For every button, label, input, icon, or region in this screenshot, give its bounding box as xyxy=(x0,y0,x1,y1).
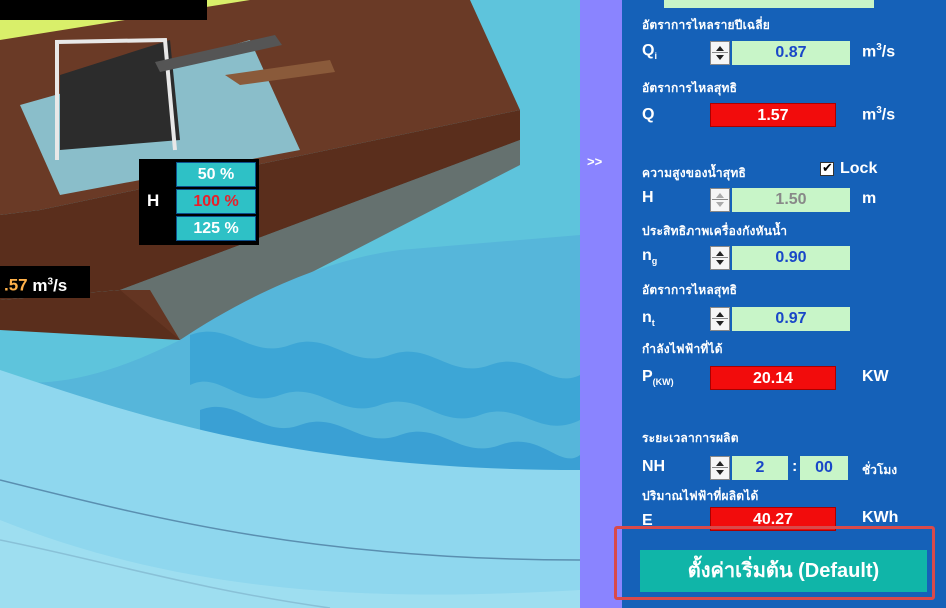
power-unit: KW xyxy=(862,368,889,385)
hours-unit: ชั่วโมง xyxy=(862,463,898,477)
lock-label[interactable]: Lock xyxy=(840,160,877,178)
flow-readout: .57 m3/s xyxy=(0,266,90,298)
lock-checkbox[interactable] xyxy=(820,160,834,176)
energy-unit: KWh xyxy=(862,509,899,526)
avg-flow-unit: m3/s xyxy=(862,42,896,61)
head-percentage-selector: H 50 % 100 % 125 % xyxy=(139,159,259,245)
energy-symbol: E xyxy=(642,512,653,529)
parameter-panel: อัตราการไหลรายปีเฉลี่ย Qi 0.87 m3/s อัตร… xyxy=(622,0,946,608)
dam-illustration xyxy=(0,0,580,608)
avg-flow-spinner[interactable] xyxy=(710,41,730,65)
turb-eff-spinner[interactable] xyxy=(710,307,730,331)
flow-readout-value: .57 xyxy=(4,275,28,295)
net-head-spinner[interactable] xyxy=(710,188,730,212)
net-flow-value: 1.57 xyxy=(710,103,836,127)
pct-50-button[interactable]: 50 % xyxy=(176,162,256,187)
hours-symbol: NH xyxy=(642,458,666,475)
collapse-arrows-icon[interactable]: >> xyxy=(587,154,602,169)
avg-flow-symbol: Qi xyxy=(642,42,657,62)
panel-toggle-bar[interactable]: >> xyxy=(580,0,622,608)
flow-readout-unit: m3/s xyxy=(32,275,68,295)
net-flow-symbol: Q xyxy=(642,106,655,123)
hours-value[interactable]: 2 xyxy=(732,456,788,480)
dam-scene: H 50 % 100 % 125 % .57 m3/s xyxy=(0,0,580,608)
energy-title: ปริมาณไฟฟ้าที่ผลิตได้ xyxy=(642,489,759,503)
gen-eff-title: ประสิทธิภาพเครื่องกังหันน้ำ xyxy=(642,224,788,238)
power-symbol: P(KW) xyxy=(642,368,674,388)
net-flow-unit: m3/s xyxy=(862,105,896,124)
net-head-title: ความสูงของน้ำสุทธิ xyxy=(642,166,746,180)
default-settings-button[interactable]: ตั้งค่าเริ่มต้น (Default) xyxy=(640,550,927,592)
top-black-bar xyxy=(0,0,207,20)
minutes-value[interactable]: 00 xyxy=(800,456,848,480)
head-label: H xyxy=(147,191,160,210)
turb-eff-symbol: nt xyxy=(642,309,655,329)
net-head-value[interactable]: 1.50 xyxy=(732,188,850,212)
gen-eff-value[interactable]: 0.90 xyxy=(732,246,850,270)
time-separator: : xyxy=(792,458,798,475)
energy-value: 40.27 xyxy=(710,507,836,531)
pct-125-button[interactable]: 125 % xyxy=(176,216,256,241)
net-flow-title: อัตราการไหลสุทธิ xyxy=(642,81,738,95)
gen-eff-symbol: ng xyxy=(642,247,658,267)
net-head-unit: m xyxy=(862,190,877,207)
avg-flow-value[interactable]: 0.87 xyxy=(732,41,850,65)
turb-eff-value[interactable]: 0.97 xyxy=(732,307,850,331)
top-value-strip xyxy=(664,0,874,8)
hours-spinner[interactable] xyxy=(710,456,730,480)
power-value: 20.14 xyxy=(710,366,836,390)
avg-flow-title: อัตราการไหลรายปีเฉลี่ย xyxy=(642,18,771,32)
gen-eff-spinner[interactable] xyxy=(710,246,730,270)
pct-100-button[interactable]: 100 % xyxy=(176,189,256,214)
turb-eff-title: อัตราการไหลสุทธิ xyxy=(642,283,738,297)
power-title: กำลังไฟฟ้าที่ได้ xyxy=(642,342,723,356)
net-head-symbol: H xyxy=(642,189,654,206)
hours-title: ระยะเวลาการผลิต xyxy=(642,431,739,445)
